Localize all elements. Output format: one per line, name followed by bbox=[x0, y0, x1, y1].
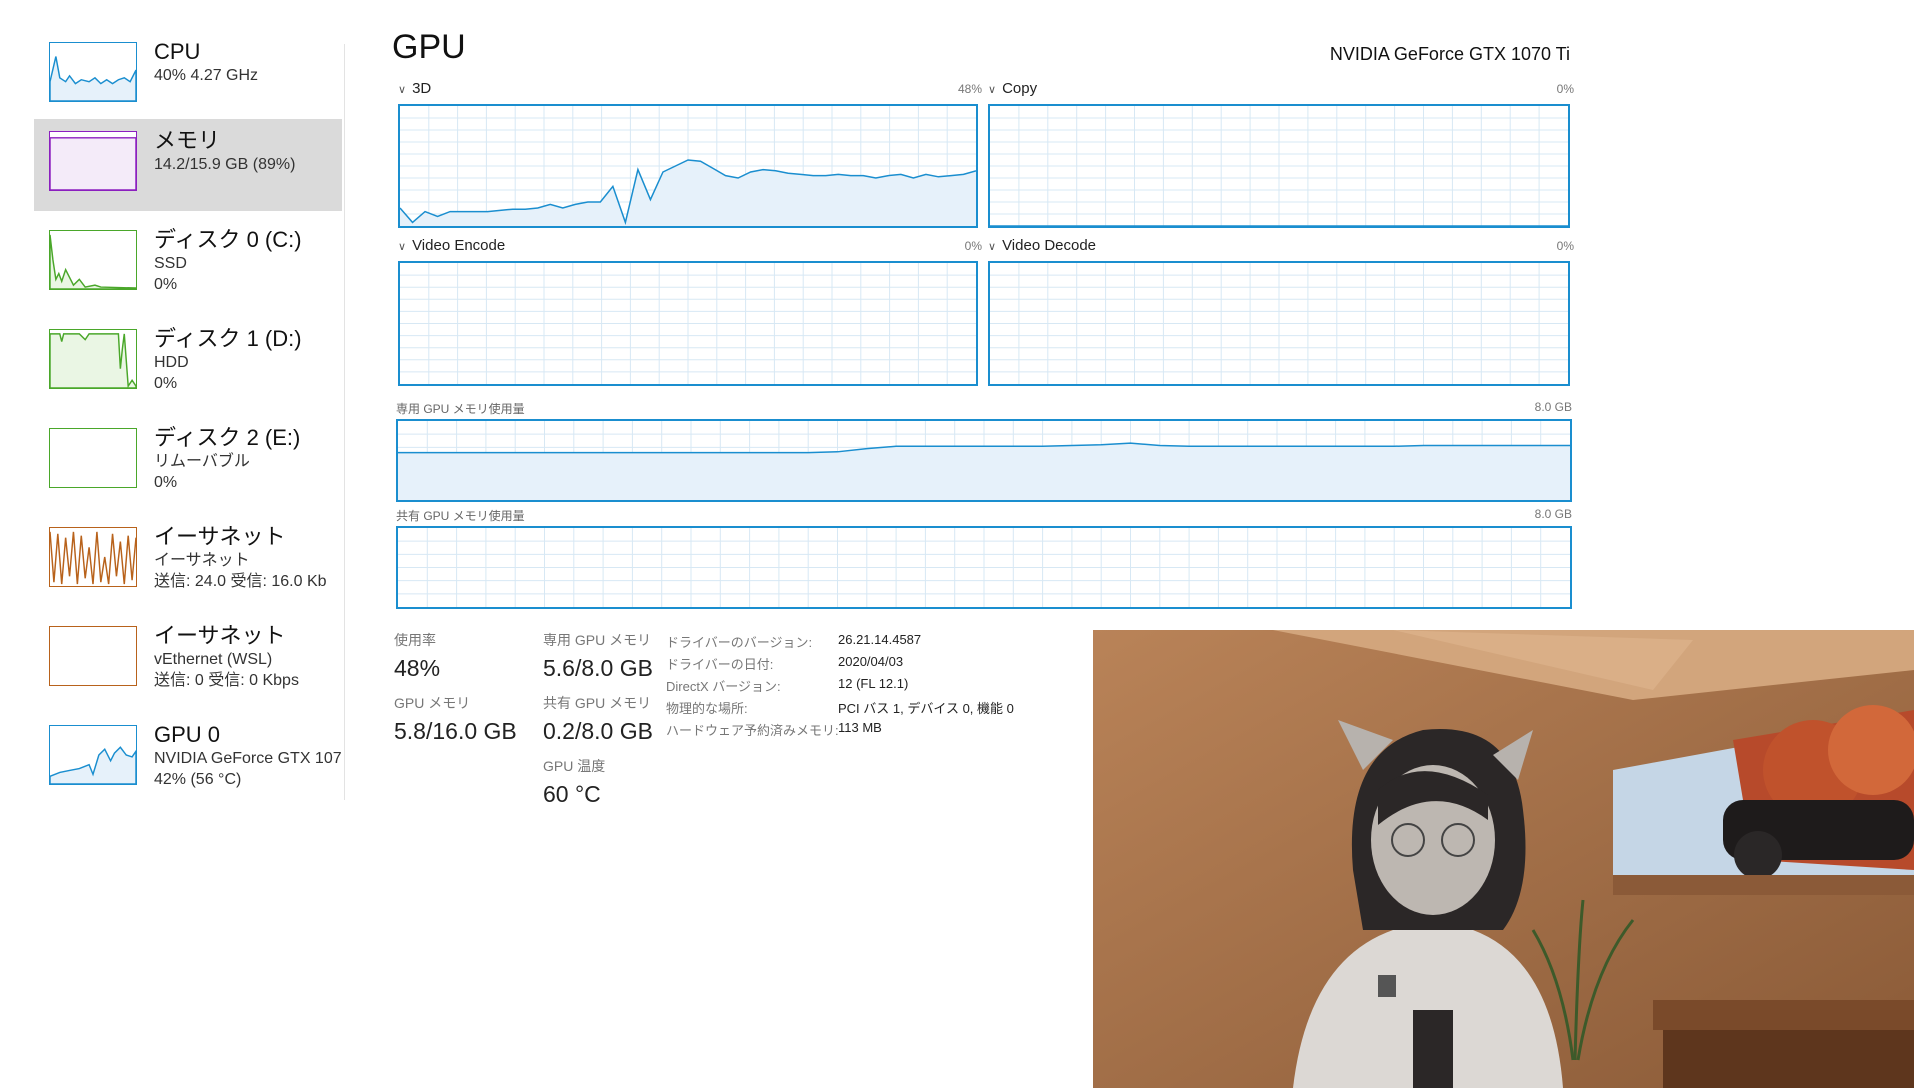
shared-memory-value: 0.2/8.0 GB bbox=[543, 718, 653, 744]
sidebar-item-title: GPU 0 bbox=[154, 722, 221, 747]
sidebar-item-title: ディスク 2 (E:) bbox=[154, 425, 301, 450]
sidebar-item-value: 0% bbox=[154, 474, 178, 491]
engine-percent: 0% bbox=[1556, 82, 1574, 96]
driver-date-value: 2020/04/03 bbox=[838, 654, 904, 669]
sidebar-item-subtitle: SSD bbox=[154, 255, 187, 272]
engine-graph-video-encode bbox=[398, 261, 978, 386]
shared-memory-graph bbox=[396, 526, 1572, 609]
engine-graph-video-decode bbox=[988, 261, 1570, 386]
sidebar-item-title: メモリ bbox=[154, 128, 221, 153]
engine-selector-copy[interactable]: ∨ Copy bbox=[988, 80, 1037, 97]
engine-label: Video Decode bbox=[1002, 237, 1097, 254]
dedicated-memory-graph bbox=[396, 419, 1572, 502]
chevron-down-icon: ∨ bbox=[988, 84, 997, 96]
sidebar-item-disk-0[interactable]: ディスク 0 (C:) SSD 0% bbox=[34, 218, 342, 310]
gpu-model-name: NVIDIA GeForce GTX 1070 Ti bbox=[1329, 44, 1570, 64]
dedicated-memory-graph-label: 専用 GPU メモリ使用量 bbox=[396, 402, 525, 416]
sidebar-item-value: 0% bbox=[154, 375, 178, 392]
gpu-thumbnail-graph bbox=[49, 725, 137, 785]
directx-version-label: DirectX バージョン: bbox=[666, 679, 781, 694]
sidebar-item-title: CPU bbox=[154, 39, 201, 64]
sidebar-item-disk-1[interactable]: ディスク 1 (D:) HDD 0% bbox=[34, 317, 342, 409]
directx-version-value: 12 (FL 12.1) bbox=[838, 676, 909, 691]
engine-percent: 48% bbox=[957, 82, 982, 96]
graph-svg bbox=[400, 106, 976, 226]
gpu-temperature-label: GPU 温度 bbox=[543, 758, 606, 774]
graph-svg bbox=[398, 528, 1570, 607]
reserved-memory-value: 113 MB bbox=[838, 720, 882, 735]
sidebar-item-memory[interactable]: メモリ 14.2/15.9 GB (89%) bbox=[34, 119, 342, 211]
chevron-down-icon: ∨ bbox=[398, 84, 407, 96]
engine-label: Video Encode bbox=[412, 237, 506, 254]
engine-label: 3D bbox=[412, 80, 432, 97]
sidebar-item-subtitle: 40% 4.27 GHz bbox=[154, 67, 259, 84]
shared-memory-graph-label: 共有 GPU メモリ使用量 bbox=[396, 509, 525, 523]
sidebar-item-ethernet[interactable]: イーサネット イーサネット 送信: 24.0 受信: 16.0 Kb bbox=[34, 515, 342, 607]
driver-version-label: ドライバーのバージョン: bbox=[666, 635, 813, 650]
gpu-temperature-value: 60 °C bbox=[543, 781, 601, 807]
sidebar-item-subtitle: リムーバブル bbox=[154, 453, 250, 470]
disk0-thumbnail-graph bbox=[49, 230, 137, 290]
driver-date-label: ドライバーの日付: bbox=[666, 657, 774, 672]
vr-avatar-camera-view bbox=[1093, 630, 1914, 1088]
chevron-down-icon: ∨ bbox=[988, 241, 997, 253]
sidebar-item-subtitle: vEthernet (WSL) bbox=[154, 651, 273, 668]
graph-svg bbox=[398, 421, 1570, 500]
driver-version-value: 26.21.14.4587 bbox=[838, 632, 922, 647]
dedicated-memory-label: 専用 GPU メモリ bbox=[543, 632, 652, 648]
graph-svg bbox=[990, 263, 1568, 384]
page-title: GPU bbox=[392, 28, 466, 66]
physical-location-value: PCI バス 1, デバイス 0, 機能 0 bbox=[838, 701, 1014, 716]
sidebar-item-subtitle: 14.2/15.9 GB (89%) bbox=[154, 156, 296, 173]
shared-memory-graph-max: 8.0 GB bbox=[1534, 507, 1572, 521]
graph-svg bbox=[400, 263, 976, 384]
engine-label: Copy bbox=[1002, 80, 1038, 97]
dedicated-memory-value: 5.6/8.0 GB bbox=[543, 655, 653, 681]
usage-label: 使用率 bbox=[394, 632, 436, 648]
gpu-memory-value: 5.8/16.0 GB bbox=[394, 718, 517, 744]
engine-selector-video-encode[interactable]: ∨ Video Encode bbox=[398, 237, 505, 254]
engine-selector-video-decode[interactable]: ∨ Video Decode bbox=[988, 237, 1096, 254]
engine-selector-3d[interactable]: ∨ 3D bbox=[398, 80, 431, 97]
sidebar-item-subtitle: HDD bbox=[154, 354, 189, 371]
sidebar-item-subtitle: NVIDIA GeForce GTX 107 bbox=[154, 750, 342, 767]
graph-svg bbox=[990, 106, 1568, 226]
sidebar-item-title: イーサネット bbox=[154, 524, 286, 549]
engine-percent: 0% bbox=[964, 239, 982, 253]
usage-value: 48% bbox=[394, 655, 441, 681]
sidebar-item-ethernet-wsl[interactable]: イーサネット vEthernet (WSL) 送信: 0 受信: 0 Kbps bbox=[34, 614, 342, 706]
engine-graph-3d bbox=[398, 104, 978, 228]
chevron-down-icon: ∨ bbox=[398, 241, 407, 253]
engine-percent: 0% bbox=[1556, 239, 1574, 253]
sidebar-item-subtitle: イーサネット bbox=[154, 552, 250, 569]
physical-location-label: 物理的な場所: bbox=[666, 701, 748, 716]
ethernet-thumbnail-graph bbox=[49, 527, 137, 587]
sidebar-item-title: ディスク 1 (D:) bbox=[154, 326, 302, 351]
sidebar-item-title: イーサネット bbox=[154, 623, 286, 648]
sidebar-item-cpu[interactable]: CPU 40% 4.27 GHz bbox=[34, 30, 342, 122]
cpu-thumbnail-graph bbox=[49, 42, 137, 102]
sidebar-item-value: 送信: 24.0 受信: 16.0 Kb bbox=[154, 573, 327, 590]
sidebar-item-value: 送信: 0 受信: 0 Kbps bbox=[154, 672, 299, 689]
dedicated-memory-graph-max: 8.0 GB bbox=[1534, 400, 1572, 414]
sidebar-item-value: 42% (56 °C) bbox=[154, 771, 242, 788]
shared-memory-label: 共有 GPU メモリ bbox=[543, 695, 652, 711]
sidebar-item-disk-2[interactable]: ディスク 2 (E:) リムーバブル 0% bbox=[34, 416, 342, 508]
engine-graph-copy bbox=[988, 104, 1570, 228]
disk2-thumbnail-graph bbox=[49, 428, 137, 488]
gpu-memory-label: GPU メモリ bbox=[394, 695, 471, 711]
sidebar-item-title: ディスク 0 (C:) bbox=[154, 227, 302, 252]
reserved-memory-label: ハードウェア予約済みメモリ: bbox=[666, 723, 839, 738]
ethernet-wsl-thumbnail-graph bbox=[49, 626, 137, 686]
sidebar-item-gpu-0[interactable]: GPU 0 NVIDIA GeForce GTX 107 42% (56 °C) bbox=[34, 713, 342, 805]
sidebar-item-value: 0% bbox=[154, 276, 178, 293]
memory-thumbnail-graph bbox=[49, 131, 137, 191]
disk1-thumbnail-graph bbox=[49, 329, 137, 389]
